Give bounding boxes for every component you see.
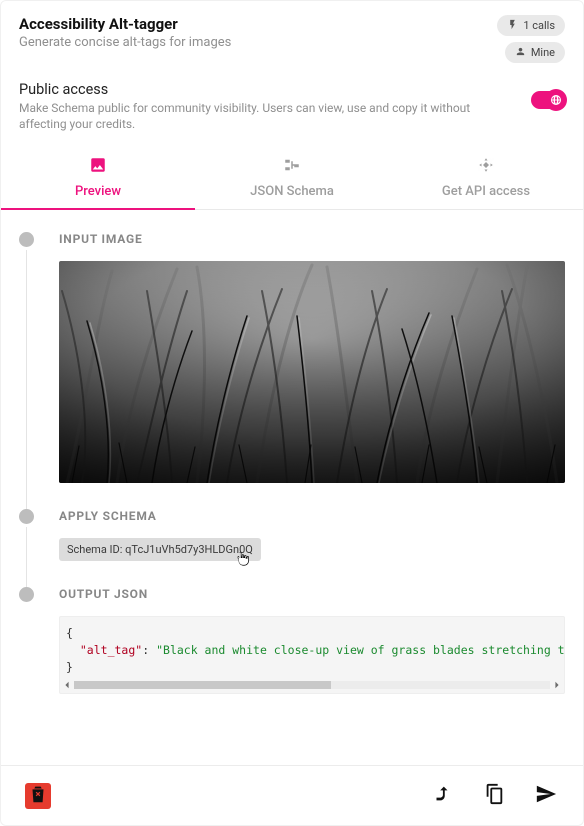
input-image-preview[interactable]	[59, 261, 565, 483]
scroll-right-arrow-icon[interactable]	[552, 681, 562, 689]
json-value: "Black and white close-up view of grass …	[156, 643, 564, 657]
copy-icon	[483, 783, 505, 809]
bolt-icon	[507, 19, 518, 32]
tab-label: JSON Schema	[250, 184, 334, 199]
output-json-block: { "alt_tag": "Black and white close-up v…	[59, 616, 565, 694]
preview-pane: INPUT IMAGE	[1, 210, 583, 765]
tab-label: Get API access	[442, 184, 530, 199]
public-access-toggle[interactable]	[531, 91, 565, 109]
schema-icon	[283, 156, 301, 178]
public-access-title: Public access	[19, 81, 511, 98]
globe-icon	[550, 91, 562, 110]
horizontal-scrollbar[interactable]	[60, 679, 564, 693]
copy-button[interactable]	[475, 777, 513, 815]
timeline-dot	[19, 587, 34, 602]
step-label: INPUT IMAGE	[59, 232, 565, 247]
mine-badge: Mine	[505, 42, 565, 63]
person-icon	[515, 46, 526, 59]
delete-button[interactable]	[19, 777, 57, 815]
calls-badge: 1 calls	[497, 15, 565, 36]
image-icon	[89, 156, 107, 178]
json-key: "alt_tag"	[80, 643, 142, 657]
step-output-json: OUTPUT JSON { "alt_tag": "Black and whit…	[19, 587, 565, 720]
step-apply-schema: APPLY SCHEMA Schema ID: qTcJ1uVh5d7y3HLD…	[19, 509, 565, 587]
branch-arrow-icon	[431, 783, 453, 809]
step-input-image: INPUT IMAGE	[19, 232, 565, 509]
send-icon	[535, 783, 557, 809]
public-access-row: Public access Make Schema public for com…	[1, 73, 583, 146]
output-json-scroll[interactable]: { "alt_tag": "Black and white close-up v…	[60, 617, 564, 679]
timeline-dot	[19, 509, 34, 524]
page-title: Accessibility Alt-tagger	[19, 15, 497, 33]
bottom-action-bar	[1, 765, 583, 825]
trash-x-icon	[27, 783, 49, 809]
page-subtitle: Generate concise alt-tags for images	[19, 35, 497, 50]
reroute-button[interactable]	[423, 777, 461, 815]
tab-get-api-access[interactable]: Get API access	[389, 146, 583, 209]
schema-id-chip[interactable]: Schema ID: qTcJ1uVh5d7y3HLDGn0Q	[59, 538, 261, 561]
header: Accessibility Alt-tagger Generate concis…	[1, 1, 583, 73]
public-access-description: Make Schema public for community visibil…	[19, 100, 511, 132]
scroll-left-arrow-icon[interactable]	[62, 681, 72, 689]
scroll-thumb[interactable]	[74, 681, 331, 689]
send-button[interactable]	[527, 777, 565, 815]
timeline-dot	[19, 232, 34, 247]
api-icon	[477, 156, 495, 178]
tabs: Preview JSON Schema Get API access	[1, 146, 583, 210]
step-label: APPLY SCHEMA	[59, 509, 565, 524]
tab-preview[interactable]: Preview	[1, 146, 195, 209]
scroll-track[interactable]	[74, 681, 550, 689]
tab-json-schema[interactable]: JSON Schema	[195, 146, 389, 209]
tab-label: Preview	[75, 184, 121, 199]
step-label: OUTPUT JSON	[59, 587, 565, 602]
